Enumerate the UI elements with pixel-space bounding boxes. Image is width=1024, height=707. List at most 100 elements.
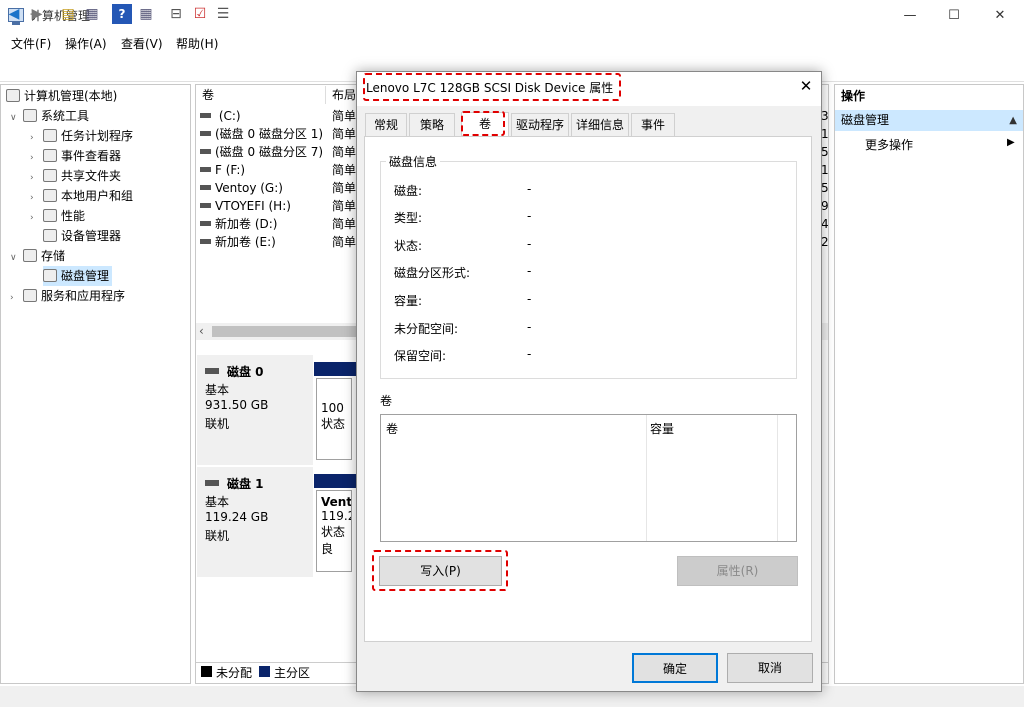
info-value-type: - [527, 209, 532, 223]
storage-icon [23, 249, 37, 262]
list-icon[interactable]: ☰ [213, 4, 233, 24]
back-arrow-icon[interactable]: ◀ [4, 4, 24, 24]
chevron-right-icon[interactable]: › [10, 288, 20, 308]
volumes-column-volume[interactable]: 卷 [386, 420, 398, 437]
actions-disk-management[interactable]: 磁盘管理 ▲ [835, 110, 1023, 131]
drive-icon [200, 221, 211, 226]
actions-header: 操作 [841, 89, 866, 103]
properties-icon[interactable]: ▦ [136, 4, 156, 24]
tree-device-manager[interactable]: 设备管理器 [43, 226, 121, 246]
tree-event-viewer[interactable]: › 事件查看器 [30, 146, 121, 166]
info-label-partition-style: 磁盘分区形式: [394, 266, 471, 280]
tree-shared-folders[interactable]: › 共享文件夹 [30, 166, 121, 186]
info-value-partition-style: - [527, 264, 532, 278]
collapse-arrow-icon[interactable]: ▲ [1009, 110, 1017, 131]
tree-performance[interactable]: › 性能 [30, 206, 85, 226]
disk-management-icon [43, 269, 57, 282]
menu-action[interactable]: 操作(A) [65, 35, 107, 52]
scroll-left-icon[interactable]: ‹ [199, 324, 204, 338]
volume-row[interactable]: F (F:) [200, 161, 245, 179]
volume-cell-digit: 5 [821, 145, 829, 159]
volume-row[interactable]: VTOYEFI (H:) [200, 197, 291, 215]
chevron-right-icon[interactable]: › [30, 168, 40, 188]
tree-system-tools[interactable]: ∨ 系统工具 [10, 106, 89, 126]
drive-icon [200, 239, 211, 244]
volume-row[interactable]: (磁盘 0 磁盘分区 7) [200, 143, 323, 161]
folder-up-icon[interactable]: ▤ [58, 4, 78, 24]
unallocated-swatch [201, 666, 212, 677]
tab-policies[interactable]: 策略 [409, 113, 455, 136]
volume-layout: 简单 [332, 145, 357, 159]
users-icon [43, 189, 57, 202]
actions-pane [834, 84, 1024, 684]
disk-status: 联机 [205, 417, 230, 431]
performance-icon [43, 209, 57, 222]
volume-row[interactable]: (C:) [200, 107, 241, 125]
tree-task-scheduler[interactable]: › 任务计划程序 [30, 126, 133, 146]
services-icon [23, 289, 37, 302]
chevron-right-icon[interactable]: › [30, 148, 40, 168]
volume-cell-digit: 4 [821, 217, 829, 231]
volume-layout: 简单 [332, 109, 357, 123]
volume-row[interactable]: 新加卷 (E:) [200, 233, 276, 251]
volume-layout: 简单 [332, 199, 357, 213]
show-tree-icon[interactable]: ▦ [82, 4, 102, 24]
tab-details[interactable]: 详细信息 [571, 113, 629, 136]
chevron-right-icon[interactable]: › [30, 208, 40, 228]
maximize-button[interactable]: ☐ [931, 0, 977, 31]
dialog-title: Lenovo L7C 128GB SCSI Disk Device 属性 [366, 81, 614, 95]
primary-swatch [259, 666, 270, 677]
chevron-down-icon[interactable]: ∨ [10, 108, 20, 128]
tree-services[interactable]: › 服务和应用程序 [10, 286, 125, 306]
column-header-layout[interactable]: 布局 [326, 86, 358, 104]
disk-0-partition[interactable]: 100 状态 [316, 378, 352, 460]
tree-disk-management[interactable]: 磁盘管理 [43, 266, 113, 286]
disk-0-info[interactable]: 磁盘 0 基本 931.50 GB 联机 [197, 355, 313, 465]
volumes-label: 卷 [380, 394, 393, 408]
volume-layout: 简单 [332, 181, 357, 195]
disk-1-partition[interactable]: Vento 119.21 状态良 [316, 490, 352, 572]
volume-cell-digit: 5 [821, 181, 829, 195]
drive-icon [200, 203, 211, 208]
more-actions[interactable]: 更多操作 [865, 136, 913, 153]
menu-help[interactable]: 帮助(H) [176, 35, 218, 52]
volume-row[interactable]: (磁盘 0 磁盘分区 1) [200, 125, 323, 143]
help-icon[interactable]: ? [112, 4, 132, 24]
tree-root[interactable]: 计算机管理(本地) [6, 86, 117, 106]
drive-icon [200, 113, 211, 118]
properties-button[interactable]: 属性(R) [677, 556, 798, 586]
menu-view[interactable]: 查看(V) [121, 35, 163, 52]
volume-layout: 简单 [332, 163, 357, 177]
tree-local-users[interactable]: › 本地用户和组 [30, 186, 133, 206]
tab-driver[interactable]: 驱动程序 [511, 113, 569, 136]
volume-row[interactable]: 新加卷 (D:) [200, 215, 277, 233]
volumes-column-capacity[interactable]: 容量 [650, 420, 674, 437]
tab-general[interactable]: 常规 [365, 113, 407, 136]
chevron-down-icon[interactable]: ∨ [10, 248, 20, 268]
disk-size: 931.50 GB [205, 398, 269, 412]
disk-type: 基本 [205, 495, 230, 509]
volumes-list[interactable] [380, 414, 797, 542]
volume-cell-digit: 1 [821, 163, 829, 177]
info-value-unallocated: - [527, 320, 532, 334]
chevron-right-icon[interactable]: › [30, 128, 40, 148]
cancel-button[interactable]: 取消 [727, 653, 813, 683]
tab-events[interactable]: 事件 [631, 113, 675, 136]
ok-button[interactable]: 确定 [632, 653, 718, 683]
volume-layout: 简单 [332, 217, 357, 231]
forward-arrow-icon[interactable]: ▶ [27, 4, 47, 24]
close-button[interactable]: ✕ [977, 0, 1023, 31]
tree-storage[interactable]: ∨ 存储 [10, 246, 65, 266]
highlight-volumes-tab [461, 111, 505, 136]
dialog-close-button[interactable]: ✕ [796, 76, 816, 96]
disk-1-info[interactable]: 磁盘 1 基本 119.24 GB 联机 [197, 467, 313, 577]
check-icon[interactable]: ☑ [190, 4, 210, 24]
disk-type: 基本 [205, 383, 230, 397]
chevron-right-icon[interactable]: › [30, 188, 40, 208]
minimize-button[interactable]: — [887, 0, 933, 31]
menu-file[interactable]: 文件(F) [11, 35, 51, 52]
scrollbar-thumb[interactable] [212, 326, 358, 337]
column-header-volume[interactable]: 卷 [196, 86, 326, 104]
volume-row[interactable]: Ventoy (G:) [200, 179, 283, 197]
connect-icon[interactable]: ⊟ [166, 4, 186, 24]
